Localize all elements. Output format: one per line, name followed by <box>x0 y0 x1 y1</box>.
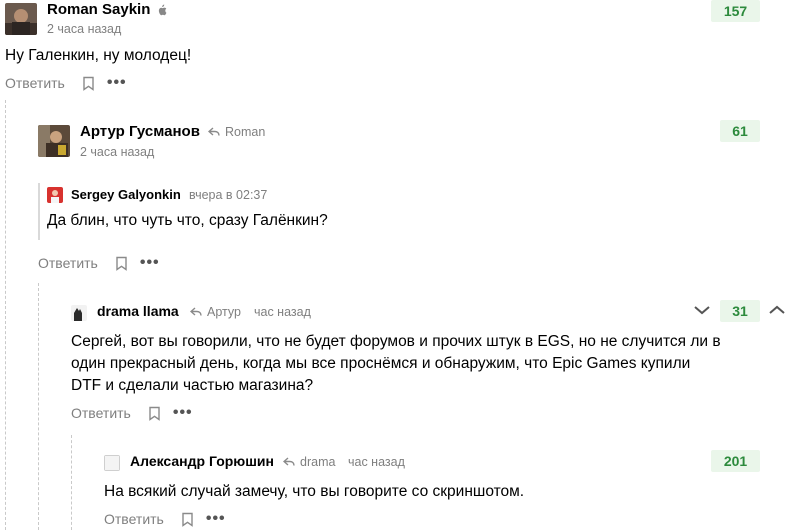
more-options-icon[interactable]: ••• <box>140 255 160 271</box>
comment-author[interactable]: Roman Saykin <box>47 1 150 18</box>
thread-line-level-3 <box>71 435 72 530</box>
reply-to-name: Roman <box>225 125 266 139</box>
comment-time[interactable]: 2 часа назад <box>80 145 154 159</box>
avatar[interactable] <box>38 125 70 157</box>
rating-badge: 201 <box>711 450 760 472</box>
reply-arrow-icon <box>190 307 202 316</box>
reply-to-link[interactable]: drama <box>283 455 335 469</box>
comment-text: На всякий случай замечу, что вы говорите… <box>104 483 525 500</box>
comment-author[interactable]: drama llama <box>97 303 179 319</box>
comment-author[interactable]: Артур Гусманов <box>80 123 200 140</box>
comment-time[interactable]: час назад <box>348 455 405 469</box>
comment-text: Да блин, что чуть что, сразу Галёнкин? <box>47 212 328 229</box>
bookmark-icon[interactable] <box>148 406 161 421</box>
comment-author[interactable]: Александр Горюшин <box>130 453 274 469</box>
chevron-down-icon[interactable] <box>693 303 711 317</box>
bookmark-icon[interactable] <box>115 256 128 271</box>
more-options-icon[interactable]: ••• <box>206 511 226 527</box>
reply-button[interactable]: Ответить <box>5 75 65 91</box>
quote-author[interactable]: Sergey Galyonkin <box>71 187 181 202</box>
rating-badge: 157 <box>711 0 760 22</box>
apple-icon <box>157 3 167 16</box>
comment-actions: Ответить ••• <box>104 510 226 528</box>
avatar[interactable] <box>104 455 120 471</box>
comment-text: Ну Галенкин, ну молодец! <box>5 47 192 64</box>
avatar[interactable] <box>71 305 87 321</box>
more-options-icon[interactable]: ••• <box>173 405 193 421</box>
reply-to-name: drama <box>300 455 336 469</box>
reply-arrow-icon <box>283 457 295 466</box>
quote-avatar[interactable] <box>47 187 63 203</box>
comment-time[interactable]: час назад <box>254 305 311 319</box>
comment-time[interactable]: 2 часа назад <box>47 22 121 36</box>
rating-badge: 61 <box>720 120 760 142</box>
reply-to-link[interactable]: Roman <box>208 125 265 139</box>
reply-to-name: Артур <box>207 305 241 319</box>
avatar[interactable] <box>5 3 37 35</box>
comment-actions: Ответить ••• <box>38 254 160 272</box>
more-options-icon[interactable]: ••• <box>107 75 127 91</box>
comment-actions: Ответить ••• <box>71 404 193 422</box>
thread-line-level-2 <box>38 283 39 530</box>
comment-text: Сергей, вот вы говорили, что не будет фо… <box>71 333 721 394</box>
quote-time[interactable]: вчера в 02:37 <box>189 188 267 202</box>
rating-badge: 31 <box>720 300 760 322</box>
reply-to-link[interactable]: Артур <box>190 305 241 319</box>
reply-button[interactable]: Ответить <box>71 405 131 421</box>
reply-button[interactable]: Ответить <box>104 511 164 527</box>
reply-arrow-icon <box>208 127 220 136</box>
thread-line-level-1 <box>5 100 6 530</box>
bookmark-icon[interactable] <box>82 76 95 91</box>
comment-actions: Ответить ••• <box>5 74 127 92</box>
quote-bar <box>38 183 40 240</box>
bookmark-icon[interactable] <box>181 512 194 527</box>
chevron-up-icon[interactable] <box>768 303 786 317</box>
reply-button[interactable]: Ответить <box>38 255 98 271</box>
